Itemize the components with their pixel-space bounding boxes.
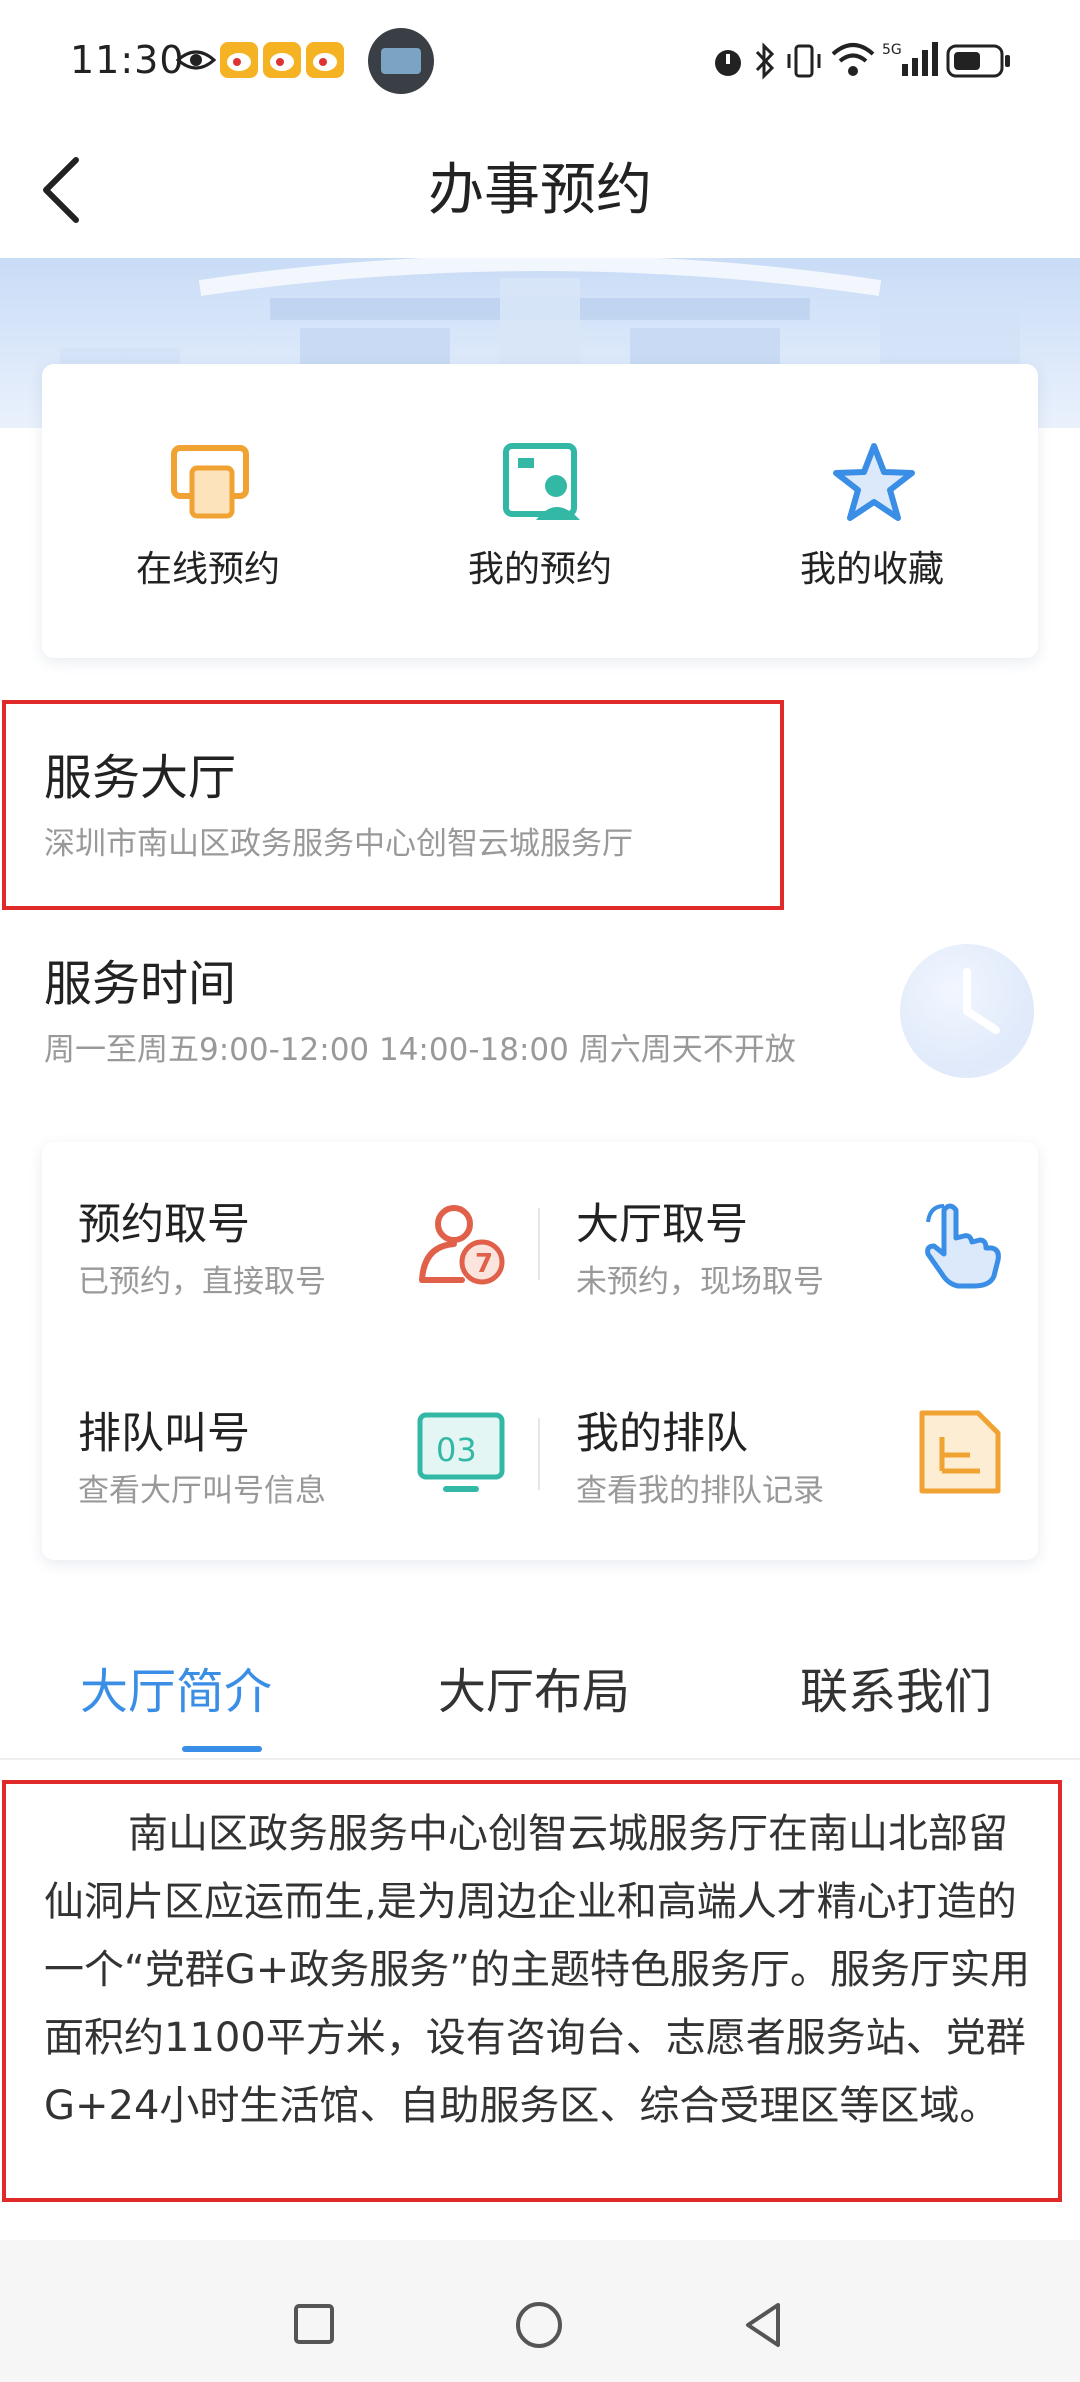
active-tab-indicator	[182, 1746, 262, 1752]
my-queue-subtitle: 查看我的排队记录	[576, 1473, 824, 1509]
my-favorites-button[interactable]: 我的收藏	[706, 364, 1038, 658]
hall-section-title: 服务大厅	[44, 750, 237, 806]
online-booking-icon	[171, 445, 249, 519]
app-avatar	[368, 28, 434, 94]
queue-call-button[interactable]: 排队叫号 查看大厅叫号信息 03	[42, 1351, 540, 1560]
bluetooth-icon	[755, 42, 775, 80]
my-favorites-label: 我的收藏	[799, 549, 944, 590]
service-time-title: 服务时间	[44, 956, 237, 1012]
my-booking-icon	[503, 443, 580, 520]
hall-number-subtitle: 未预约，现场取号	[576, 1264, 824, 1300]
quick-actions-card: 在线预约 我的预约 我的收藏	[42, 364, 1038, 658]
weibo-icon	[306, 42, 344, 78]
weibo-icon	[220, 42, 258, 78]
queue-call-title: 排队叫号	[78, 1409, 250, 1459]
hall-number-button[interactable]: 大厅取号 未预约，现场取号	[540, 1142, 1038, 1351]
monitor-number-icon: 03	[417, 1412, 505, 1492]
queue-services-card: 预约取号 已预约，直接取号 7 大厅取号 未预约，现场取号 排队叫号 查看大厅叫…	[42, 1142, 1038, 1560]
clock-icon	[900, 944, 1034, 1078]
person-number-icon: 7	[419, 1205, 505, 1285]
hall-name[interactable]: 深圳市南山区政务服务中心创智云城服务厅	[44, 818, 633, 863]
hand-tap-icon	[925, 1203, 1001, 1289]
alarm-icon	[715, 50, 741, 76]
my-queue-title: 我的排队	[576, 1409, 748, 1459]
my-queue-button[interactable]: 我的排队 查看我的排队记录	[540, 1351, 1038, 1560]
tab-contact-us[interactable]: 联系我们	[800, 1652, 992, 1722]
booking-number-button[interactable]: 预约取号 已预约，直接取号 7	[42, 1142, 540, 1351]
my-booking-label: 我的预约	[467, 549, 612, 590]
service-time-value: 周一至周五9:00-12:00 14:00-18:00 周六周天不开放	[44, 1032, 796, 1068]
star-icon	[833, 443, 915, 521]
svg-text:5G: 5G	[882, 42, 902, 58]
page-title: 办事预约	[428, 158, 652, 223]
svg-text:7: 7	[475, 1249, 493, 1279]
booking-number-subtitle: 已预约，直接取号	[78, 1264, 326, 1300]
5g-signal-icon: 5G	[882, 42, 938, 76]
vibrate-icon	[787, 44, 821, 78]
tabs-divider	[0, 1758, 1080, 1760]
tab-hall-layout[interactable]: 大厅布局	[438, 1652, 630, 1722]
online-booking-label: 在线预约	[135, 549, 280, 590]
recents-square-icon[interactable]	[292, 2302, 336, 2346]
eye-icon	[176, 50, 216, 70]
hall-number-title: 大厅取号	[576, 1200, 748, 1250]
wifi-icon	[831, 43, 875, 76]
status-time: 11:30	[70, 38, 185, 82]
my-booking-button[interactable]: 我的预约	[374, 364, 706, 658]
booking-number-title: 预约取号	[78, 1200, 250, 1250]
queue-call-subtitle: 查看大厅叫号信息	[78, 1473, 326, 1509]
hall-intro-text: 南山区政务服务中心创智云城服务厅在南山北部留仙洞片区应运而生,是为周边企业和高端…	[44, 1811, 1030, 2129]
svg-text:03: 03	[436, 1431, 477, 1469]
home-circle-icon[interactable]	[514, 2300, 564, 2350]
online-booking-button[interactable]: 在线预约	[42, 364, 374, 658]
back-triangle-icon[interactable]	[742, 2300, 786, 2350]
weibo-icon	[263, 42, 301, 78]
tab-hall-intro[interactable]: 大厅简介	[80, 1652, 272, 1722]
battery-icon	[946, 44, 1010, 78]
document-list-icon	[919, 1410, 1001, 1494]
